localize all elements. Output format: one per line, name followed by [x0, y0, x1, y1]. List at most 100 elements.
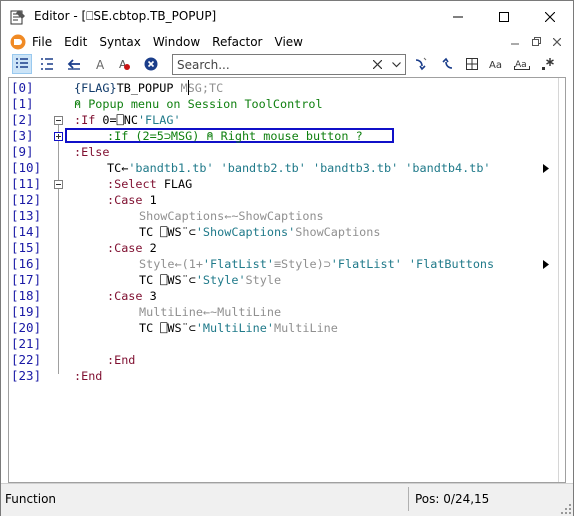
code-token: ShowCaptions — [295, 225, 381, 239]
fold-button[interactable]: A — [90, 54, 110, 74]
code-token: :If (2=5⊃MSG) ⍝ Right mouse button ? — [107, 129, 363, 143]
line-number: [14] — [11, 224, 42, 239]
code-line[interactable]: [10] TC←'bandtb1.tb' 'bandtb2.tb' 'bandtb… — [9, 160, 559, 176]
line-number: [20] — [11, 320, 42, 335]
exit-icon — [67, 59, 80, 70]
code-token: 'bandtb1.tb' 'bandtb2.tb' 'bandtb3.tb' '… — [128, 161, 491, 175]
code-text: ⍝ Popup menu on Session ToolControl — [74, 96, 323, 112]
code-line[interactable]: [14] TC ⎕WS¨⊂'ShowCaptions'ShowCaptions — [9, 224, 559, 240]
code-token: :Select — [107, 177, 164, 191]
regex-button[interactable] — [538, 54, 558, 74]
menu-file[interactable]: File — [32, 35, 52, 49]
toolbar: A A Aa Aa — [1, 52, 573, 77]
code-line[interactable]: [2]:If 0=⎕NC'FLAG' — [9, 112, 559, 128]
code-text: :Case 2 — [107, 240, 157, 256]
resize-grip-icon[interactable] — [561, 504, 571, 514]
line-number: [16] — [11, 256, 42, 271]
menu-view[interactable]: View — [275, 35, 303, 49]
minimize-icon — [453, 16, 463, 17]
line-number: [18] — [11, 288, 42, 303]
title-bar: Editor - [⎕SE.cbtop.TB_POPUP] — [1, 1, 573, 32]
restore-icon — [531, 37, 541, 46]
line-number: [12] — [11, 192, 42, 207]
line-numbers-icon — [16, 58, 28, 68]
code-line[interactable]: [17] TC ⎕WS¨⊂'Style'Style — [9, 272, 559, 288]
chevron-down-icon[interactable] — [392, 62, 401, 68]
readonly-button[interactable]: A — [114, 54, 134, 74]
close-editor-button[interactable] — [141, 54, 161, 74]
lock-icon: A — [119, 58, 130, 71]
close-icon — [553, 37, 561, 46]
clear-search-icon[interactable] — [373, 60, 382, 69]
code-token: ShowCaptions←~ShowCaptions — [139, 209, 324, 223]
code-token: :If — [74, 113, 103, 127]
code-line[interactable]: [9] :Else — [9, 144, 559, 160]
menu-refactor[interactable]: Refactor — [212, 35, 262, 49]
status-separator — [408, 487, 409, 511]
code-line[interactable]: [18] :Case 3 — [9, 288, 559, 304]
status-bar: Function Pos: 0/24,15 — [1, 483, 573, 516]
code-text: TC ⎕WS¨⊂'ShowCaptions'ShowCaptions — [139, 224, 381, 240]
code-text: {FLAG}TB_POPUP MSG;TC — [74, 80, 223, 96]
more-content-arrow-icon — [543, 164, 549, 173]
code-text: :Case 3 — [107, 288, 157, 304]
code-text: :End — [74, 368, 102, 384]
code-text: MultiLine←~MultiLine — [139, 304, 281, 320]
line-number: [10] — [11, 160, 42, 175]
toggle-panel-button[interactable] — [462, 54, 482, 74]
minimize-icon — [511, 43, 519, 44]
code-line[interactable]: [19] MultiLine←~MultiLine — [9, 304, 559, 320]
code-line[interactable]: [1] ⍝ Popup menu on Session ToolControl — [9, 96, 559, 112]
search-next-button[interactable] — [411, 54, 431, 74]
search-previous-button[interactable] — [437, 54, 457, 74]
status-position: Pos: 0/24,15 — [415, 492, 490, 506]
code-line[interactable]: [15] :Case 2 — [9, 240, 559, 256]
maximize-button[interactable] — [481, 1, 527, 32]
mdi-minimize-button[interactable] — [506, 34, 524, 49]
code-line[interactable]: [11]:Select FLAG — [9, 176, 559, 192]
code-text: TC←'bandtb1.tb' 'bandtb2.tb' 'bandtb3.tb… — [107, 160, 491, 176]
code-token: 'FlatList' 'FlatButtons — [330, 257, 495, 271]
code-token: 'ShowCaptions' — [195, 225, 296, 239]
code-line[interactable]: [21] — [9, 336, 559, 352]
code-line[interactable]: [3]:If (2=5⊃MSG) ⍝ Right mouse button ? — [9, 128, 559, 144]
menu-window[interactable]: Window — [153, 35, 200, 49]
minimize-button[interactable] — [435, 1, 481, 32]
code-token: 'FlatList' — [202, 257, 274, 271]
fold-toggle[interactable] — [54, 180, 63, 189]
mdi-restore-button[interactable] — [527, 34, 545, 49]
code-line[interactable]: [23]:End — [9, 368, 559, 384]
search-input[interactable] — [177, 57, 367, 72]
search-box[interactable] — [172, 54, 406, 75]
fold-toggle[interactable] — [54, 132, 63, 141]
close-button[interactable] — [527, 1, 573, 32]
line-number: [9] — [11, 144, 34, 159]
code-line[interactable]: [12]:Case 1 — [9, 192, 559, 208]
maximize-icon — [499, 11, 509, 22]
close-icon — [545, 11, 555, 22]
fold-toggle[interactable] — [54, 116, 63, 125]
menu-edit[interactable]: Edit — [64, 35, 87, 49]
code-token: TC← — [107, 161, 129, 175]
code-text: Style←(1+'FlatList'≡Style)⊃'FlatList' 'F… — [139, 256, 494, 272]
mdi-close-button[interactable] — [548, 34, 566, 49]
exit-button[interactable] — [64, 54, 84, 74]
code-token: :Case — [107, 289, 150, 303]
menu-syntax[interactable]: Syntax — [99, 35, 140, 49]
code-editor[interactable]: [0] {FLAG}TB_POPUP MSG;TC [1] ⍝ Popup menu … — [8, 77, 566, 483]
outline-button[interactable] — [37, 54, 57, 74]
code-line[interactable]: [20] TC ⎕WS¨⊂'MultiLine'MultiLine — [9, 320, 559, 336]
code-line[interactable]: [16] Style←(1+'FlatList'≡Style)⊃'FlatList… — [9, 256, 559, 272]
code-token: TC ⎕WS¨⊂ — [139, 321, 196, 335]
menu-bar: File Edit Syntax Window Refactor View — [1, 32, 573, 52]
code-token: MSG;TC — [173, 81, 224, 95]
code-token: :Else — [74, 145, 110, 159]
match-case-icon: Aa — [489, 60, 502, 71]
line-numbers-button[interactable] — [12, 54, 32, 74]
code-line[interactable]: [22]:End — [9, 352, 559, 368]
code-line[interactable]: [13] ShowCaptions←~ShowCaptions — [9, 208, 559, 224]
whole-word-button[interactable]: Aa — [512, 54, 532, 74]
code-line[interactable]: [0] {FLAG}TB_POPUP MSG;TC — [9, 80, 559, 96]
match-case-button[interactable]: Aa — [487, 54, 507, 74]
line-number: [15] — [11, 240, 42, 255]
